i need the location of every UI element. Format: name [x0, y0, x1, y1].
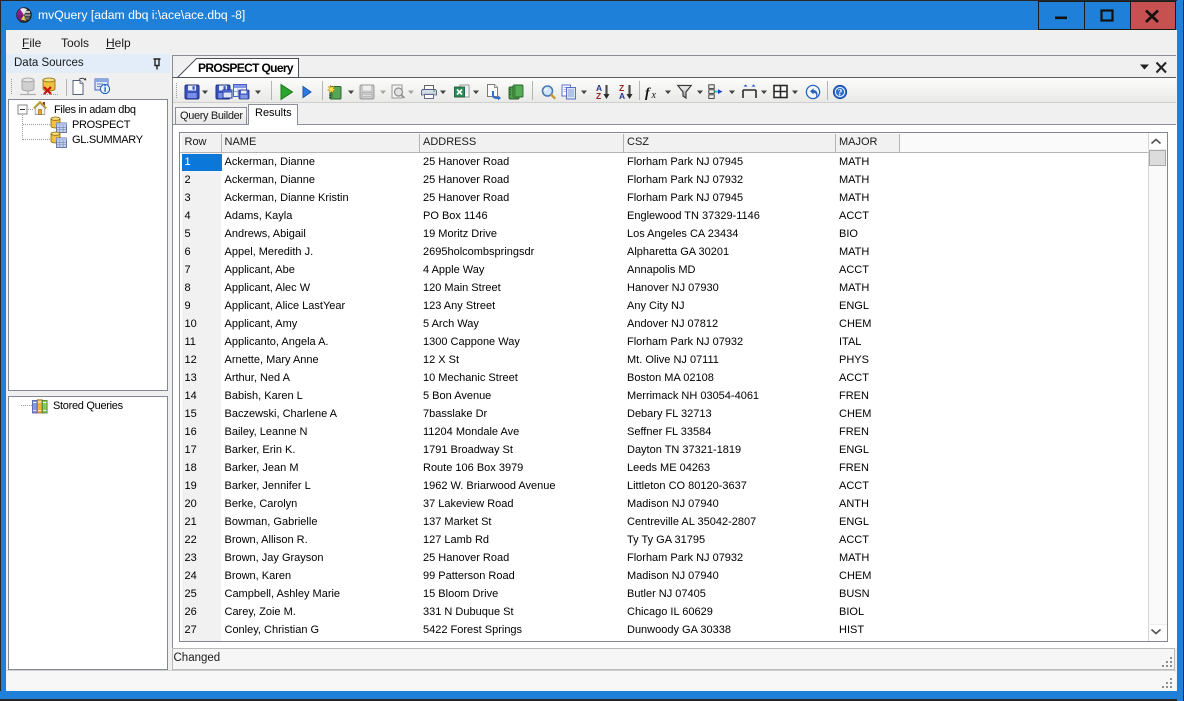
svg-text:A: A — [619, 91, 625, 101]
svg-text:Z: Z — [596, 91, 601, 101]
svg-text:f: f — [645, 86, 651, 101]
svg-text:x: x — [651, 90, 657, 101]
svg-text:?: ? — [838, 88, 843, 98]
